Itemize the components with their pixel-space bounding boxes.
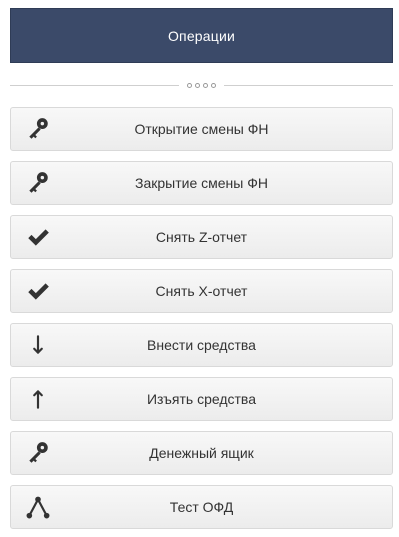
divider-dot <box>203 82 208 88</box>
ofd-test-button[interactable]: Тест ОФД <box>10 485 393 529</box>
check-icon <box>21 274 55 308</box>
ofd-test-label: Тест ОФД <box>169 499 234 515</box>
arrow-up-icon <box>21 382 55 416</box>
key-icon <box>21 166 55 200</box>
operations-panel: Операции Открытие смены ФН Закрытие смен… <box>0 8 399 537</box>
divider-dot <box>211 82 216 88</box>
close-shift-button[interactable]: Закрытие смены ФН <box>10 161 393 205</box>
check-icon <box>21 220 55 254</box>
deposit-cash-button[interactable]: Внести средства <box>10 323 393 367</box>
page-title: Операции <box>10 8 393 63</box>
deposit-cash-label: Внести средства <box>147 337 256 353</box>
network-icon <box>21 490 55 524</box>
page-title-text: Операции <box>167 27 236 44</box>
operations-menu: Открытие смены ФН Закрытие смены ФН Снят… <box>10 107 393 529</box>
x-report-button[interactable]: Снять X-отчет <box>10 269 393 313</box>
open-shift-label: Открытие смены ФН <box>134 121 269 137</box>
arrow-down-icon <box>21 328 55 362</box>
divider-dot <box>187 82 192 88</box>
key-icon <box>21 436 55 470</box>
cash-drawer-button[interactable]: Денежный ящик <box>10 431 393 475</box>
open-shift-button[interactable]: Открытие смены ФН <box>10 107 393 151</box>
cash-drawer-label: Денежный ящик <box>149 445 254 461</box>
key-icon <box>21 112 55 146</box>
withdraw-cash-button[interactable]: Изъять средства <box>10 377 393 421</box>
z-report-label: Снять Z-отчет <box>155 229 248 245</box>
x-report-label: Снять X-отчет <box>155 283 248 299</box>
z-report-button[interactable]: Снять Z-отчет <box>10 215 393 259</box>
divider-dot <box>195 82 200 88</box>
section-divider <box>10 65 393 105</box>
close-shift-label: Закрытие смены ФН <box>135 175 268 191</box>
divider-dots <box>179 82 224 88</box>
withdraw-cash-label: Изъять средства <box>146 391 256 407</box>
